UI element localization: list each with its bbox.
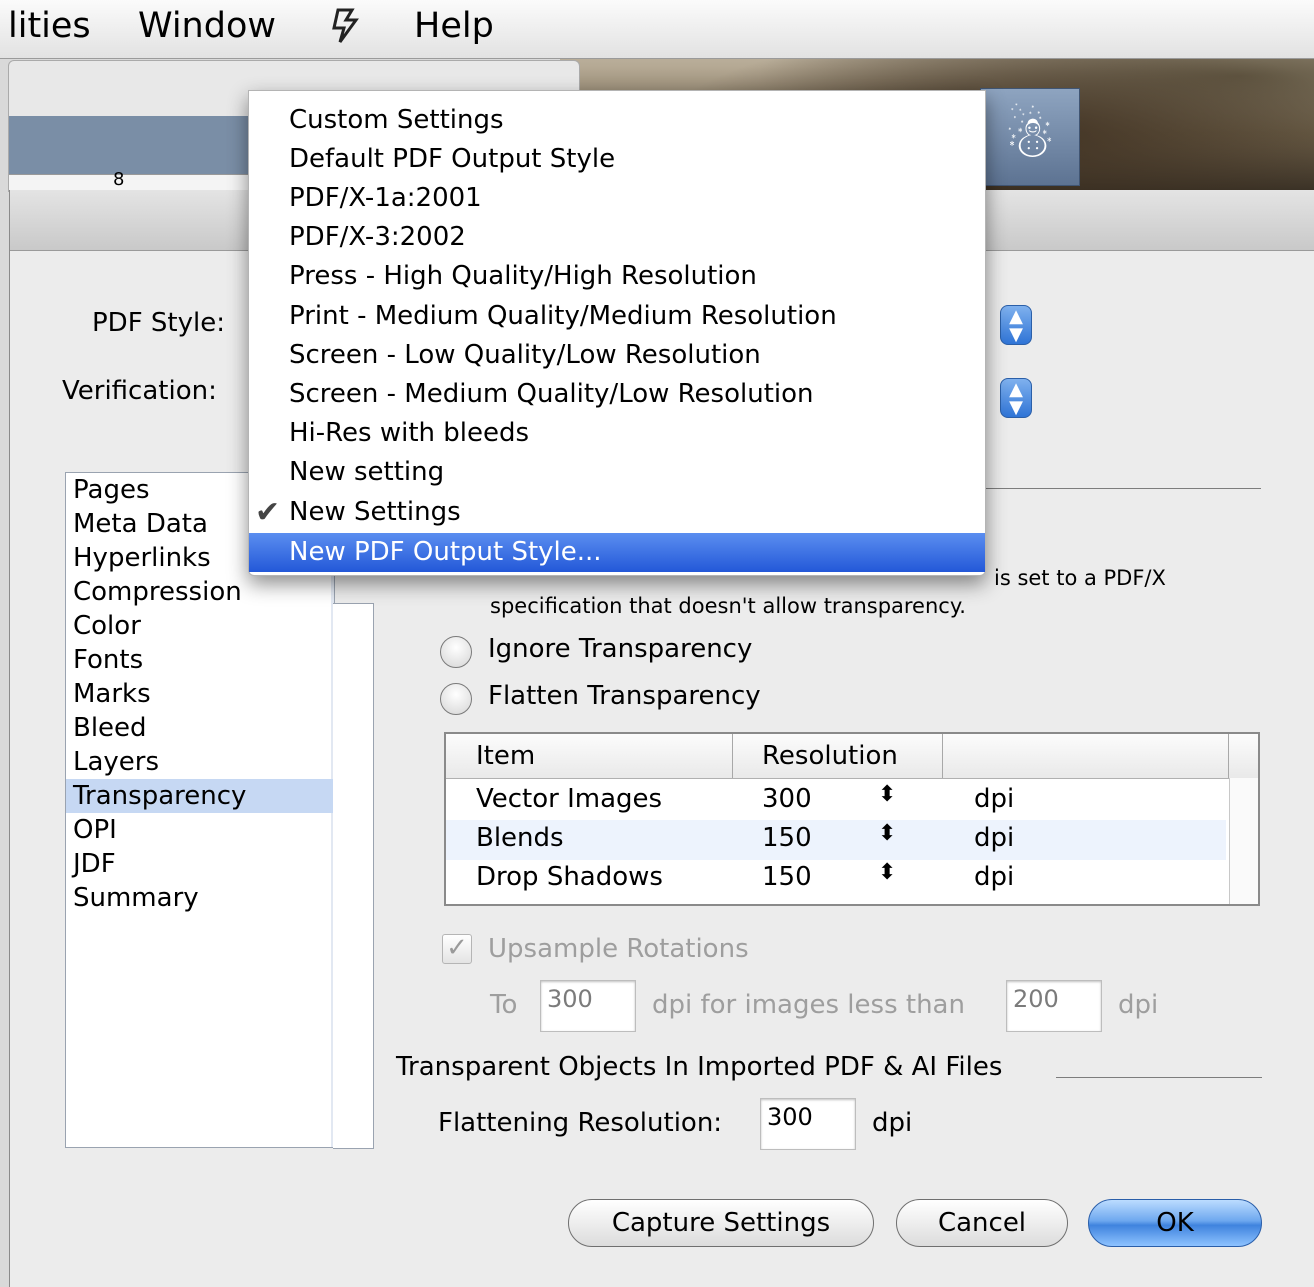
table-scrollbar[interactable] xyxy=(1229,778,1258,904)
column-separator xyxy=(942,734,943,778)
row-unit: dpi xyxy=(974,862,1015,892)
verification-popup-arrows[interactable]: ▲ ▼ xyxy=(1000,378,1032,418)
row-item: Drop Shadows xyxy=(476,862,663,892)
capture-settings-button[interactable]: Capture Settings xyxy=(568,1199,874,1247)
row-unit: dpi xyxy=(974,823,1015,853)
sidebar-item-opi[interactable]: OPI xyxy=(66,813,334,847)
resolution-stepper-icon[interactable]: ⬍ xyxy=(878,821,896,846)
row-unit: dpi xyxy=(974,784,1015,814)
resolution-table[interactable]: Item Resolution Vector Images 300 ⬍ dpi … xyxy=(444,732,1260,906)
sidebar-item-bleed[interactable]: Bleed xyxy=(66,711,334,745)
menu-item-hi-res-with-bleeds[interactable]: Hi-Res with bleeds xyxy=(249,414,985,453)
table-header: Item Resolution xyxy=(446,734,1258,779)
note-text-line2: specification that doesn't allow transpa… xyxy=(490,594,966,618)
resolution-stepper-icon[interactable]: ⬍ xyxy=(878,860,896,885)
column-separator xyxy=(732,734,733,778)
row-resolution[interactable]: 150 xyxy=(762,823,812,853)
row-resolution[interactable]: 300 xyxy=(762,784,812,814)
script-menu-icon[interactable] xyxy=(328,6,362,55)
cancel-button[interactable]: Cancel xyxy=(896,1199,1068,1247)
upsample-to-field[interactable]: 300 xyxy=(540,980,636,1032)
section-divider xyxy=(985,488,1261,489)
column-header-resolution[interactable]: Resolution xyxy=(762,741,898,771)
sidebar-item-layers[interactable]: Layers xyxy=(66,745,334,779)
verification-label: Verification: xyxy=(62,376,217,406)
menu-bar: lities Window Help xyxy=(0,0,1314,59)
menu-item-print-medium-quality[interactable]: Print - Medium Quality/Medium Resolution xyxy=(249,297,985,336)
ignore-transparency-radio[interactable] xyxy=(440,636,472,668)
table-row[interactable]: Vector Images 300 ⬍ dpi xyxy=(446,780,1226,820)
row-item: Vector Images xyxy=(476,784,663,814)
dpi-unit-label: dpi xyxy=(1118,990,1159,1020)
upsample-rotations-checkbox[interactable]: ✓ xyxy=(442,934,472,964)
sidebar-item-marks[interactable]: Marks xyxy=(66,677,334,711)
less-than-field[interactable]: 200 xyxy=(1006,980,1102,1032)
table-row[interactable]: Blends 150 ⬍ dpi xyxy=(446,820,1226,860)
menu-item-pdfx-1a-2001[interactable]: PDF/X-1a:2001 xyxy=(249,179,985,218)
ignore-transparency-label[interactable]: Ignore Transparency xyxy=(488,634,752,664)
sidebar-item-color[interactable]: Color xyxy=(66,609,334,643)
menu-item-screen-medium-quality[interactable]: Screen - Medium Quality/Low Resolution xyxy=(249,375,985,414)
table-row[interactable]: Drop Shadows 150 ⬍ dpi xyxy=(446,860,1226,900)
menu-item-screen-low-quality[interactable]: Screen - Low Quality/Low Resolution xyxy=(249,336,985,375)
sidebar-item-fonts[interactable]: Fonts xyxy=(66,643,334,677)
sidebar-item-compression[interactable]: Compression xyxy=(66,575,334,609)
flatten-transparency-radio[interactable] xyxy=(440,683,472,715)
pdf-style-label: PDF Style: xyxy=(92,308,225,338)
menu-help[interactable]: Help xyxy=(414,6,494,46)
flattening-resolution-label: Flattening Resolution: xyxy=(438,1108,723,1138)
ok-button[interactable]: OK xyxy=(1088,1199,1262,1247)
people-icon: ☃ xyxy=(980,88,1080,186)
pdf-style-popup-arrows[interactable]: ▲ ▼ xyxy=(1000,305,1032,345)
flattening-resolution-field[interactable]: 300 xyxy=(760,1098,856,1150)
sidebar-item-jdf[interactable]: JDF xyxy=(66,847,334,881)
row-item: Blends xyxy=(476,823,564,853)
sidebar-scrollbar[interactable] xyxy=(333,603,374,1149)
note-text-line1: is set to a PDF/X xyxy=(994,566,1166,590)
menu-item-new-setting[interactable]: New setting xyxy=(249,453,985,492)
menu-item-new-settings[interactable]: New Settings xyxy=(249,493,985,532)
menu-item-press-high-quality[interactable]: Press - High Quality/High Resolution xyxy=(249,257,985,296)
pdf-style-dropdown-menu[interactable]: Custom Settings Default PDF Output Style… xyxy=(248,90,986,576)
menu-item-new-pdf-output-style[interactable]: New PDF Output Style... xyxy=(249,533,985,572)
upsample-rotations-label: Upsample Rotations xyxy=(488,934,749,964)
resolution-stepper-icon[interactable]: ⬍ xyxy=(878,782,896,807)
flattening-unit-label: dpi xyxy=(872,1108,913,1138)
column-separator xyxy=(1228,734,1229,778)
sidebar-item-transparency[interactable]: Transparency xyxy=(66,779,334,813)
ruler-mark: 8 xyxy=(113,169,125,190)
menu-item-default-pdf-output-style[interactable]: Default PDF Output Style xyxy=(249,140,985,179)
menu-item-custom-settings[interactable]: Custom Settings xyxy=(249,101,985,140)
imported-files-section-title: Transparent Objects In Imported PDF & AI… xyxy=(396,1052,1003,1082)
row-resolution[interactable]: 150 xyxy=(762,862,812,892)
column-header-item[interactable]: Item xyxy=(476,741,535,771)
menu-utilities[interactable]: lities xyxy=(8,6,91,46)
flatten-transparency-label[interactable]: Flatten Transparency xyxy=(488,681,761,711)
menu-item-pdfx-3-2002[interactable]: PDF/X-3:2002 xyxy=(249,218,985,257)
menu-window[interactable]: Window xyxy=(138,6,276,46)
sidebar-item-summary[interactable]: Summary xyxy=(66,881,334,915)
to-label: To xyxy=(490,990,518,1020)
dpi-for-images-label: dpi for images less than xyxy=(652,990,965,1020)
section-divider xyxy=(1056,1077,1262,1078)
